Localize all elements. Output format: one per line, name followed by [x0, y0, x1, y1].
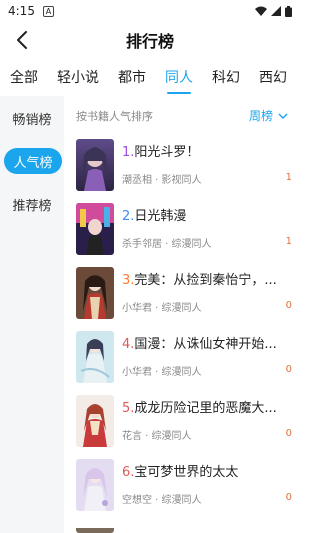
chevron-left-icon	[17, 31, 27, 49]
sidebar-item-bestseller[interactable]: 畅销榜	[0, 105, 64, 131]
list-item[interactable]: 6.宝可梦世界的太太 空想空 · 综漫同人 0	[76, 459, 296, 511]
book-title: 完美：从捡到秦怡宁，...	[134, 273, 277, 288]
status-icons	[255, 5, 292, 17]
list-item[interactable]: 5.成龙历险记里的恶魔大... 花言 · 综漫同人 0	[76, 395, 296, 447]
book-title-line: 1.阳光斗罗！	[122, 141, 290, 160]
chevron-down-icon	[278, 113, 288, 119]
rank-number: 1.	[122, 145, 135, 160]
book-meta: 潮丞相 · 影视同人	[122, 175, 202, 186]
book-count: 0	[285, 428, 292, 439]
list-item[interactable]: 1.阳光斗罗！ 潮丞相 · 影视同人 1	[76, 139, 296, 191]
book-cover	[76, 139, 114, 191]
book-cover	[76, 331, 114, 383]
tab-western-fantasy[interactable]: 西幻	[259, 64, 287, 94]
book-title: 阳光斗罗！	[134, 145, 200, 160]
book-title-line: 2.日光韩漫	[122, 205, 290, 224]
list-item[interactable]: 4.国漫：从诛仙女神开始... 小华君 · 综漫同人 0	[76, 331, 296, 383]
book-meta: 杀手邻居 · 综漫同人	[122, 239, 212, 250]
rank-number: 4.	[122, 337, 135, 352]
tab-scifi[interactable]: 科幻	[212, 64, 240, 94]
rank-number: 3.	[122, 273, 135, 288]
rank-number: 2.	[122, 209, 135, 224]
book-count: 1	[285, 236, 292, 247]
notification-badge: A	[42, 5, 54, 17]
book-count: 0	[285, 364, 292, 375]
rank-number: 5.	[122, 401, 135, 416]
book-title-line: 3.完美：从捡到秦怡宁，...	[122, 269, 290, 288]
book-cover	[76, 203, 114, 255]
book-cover	[76, 395, 114, 447]
book-count: 0	[285, 300, 292, 311]
sidebar-item-popularity[interactable]: 人气榜	[4, 148, 62, 174]
battery-icon	[285, 5, 292, 17]
book-meta: 空想空 · 综漫同人	[122, 495, 202, 506]
book-cover	[76, 523, 114, 533]
tab-fanfic[interactable]: 同人	[165, 64, 193, 94]
book-count: 1	[285, 172, 292, 183]
book-title-line: 4.国漫：从诛仙女神开始...	[122, 333, 290, 352]
book-meta: 小华君 · 综漫同人	[122, 367, 202, 378]
book-title: 宝可梦世界的太太	[134, 465, 239, 480]
book-count: 0	[285, 492, 292, 503]
period-label: 周榜	[248, 109, 273, 123]
list-item[interactable]: 2.日光韩漫 杀手邻居 · 综漫同人 1	[76, 203, 296, 255]
list-item[interactable]	[76, 523, 296, 533]
tab-all[interactable]: 全部	[10, 64, 38, 94]
sidebar-item-recommended[interactable]: 推荐榜	[0, 191, 64, 217]
signal-icon	[271, 6, 281, 16]
book-title-line: 5.成龙历险记里的恶魔大...	[122, 397, 290, 416]
tab-light-novel[interactable]: 轻小说	[57, 64, 99, 94]
book-meta: 花言 · 综漫同人	[122, 431, 192, 442]
book-title: 日光韩漫	[134, 209, 187, 224]
rank-number: 6.	[122, 465, 135, 480]
list-item[interactable]: 3.完美：从捡到秦怡宁，... 小华君 · 综漫同人 0	[76, 267, 296, 319]
book-cover	[76, 267, 114, 319]
page-header: 排行榜	[0, 24, 300, 56]
tab-urban[interactable]: 都市	[118, 64, 146, 94]
status-bar: 4:15 A	[0, 0, 300, 22]
period-dropdown[interactable]: 周榜	[249, 107, 288, 124]
book-title-line: 6.宝可梦世界的太太	[122, 461, 290, 480]
category-tabs: 全部 轻小说 都市 同人 科幻 西幻	[0, 62, 300, 96]
back-button[interactable]	[8, 26, 36, 54]
book-meta: 小华君 · 综漫同人	[122, 303, 202, 314]
wifi-icon	[255, 6, 267, 16]
book-title: 国漫：从诛仙女神开始...	[134, 337, 277, 352]
book-title: 成龙历险记里的恶魔大...	[134, 401, 277, 416]
sort-hint: 按书籍人气排序	[76, 110, 153, 123]
ranking-list: 按书籍人气排序 周榜 1.阳光斗罗！ 潮丞相 · 影视同人 1 2.日光韩漫 杀…	[64, 96, 300, 533]
status-time: 4:15	[8, 4, 35, 18]
page-title: 排行榜	[125, 32, 174, 51]
book-cover	[76, 459, 114, 511]
ranking-sidebar: 畅销榜 人气榜 推荐榜	[0, 96, 64, 533]
